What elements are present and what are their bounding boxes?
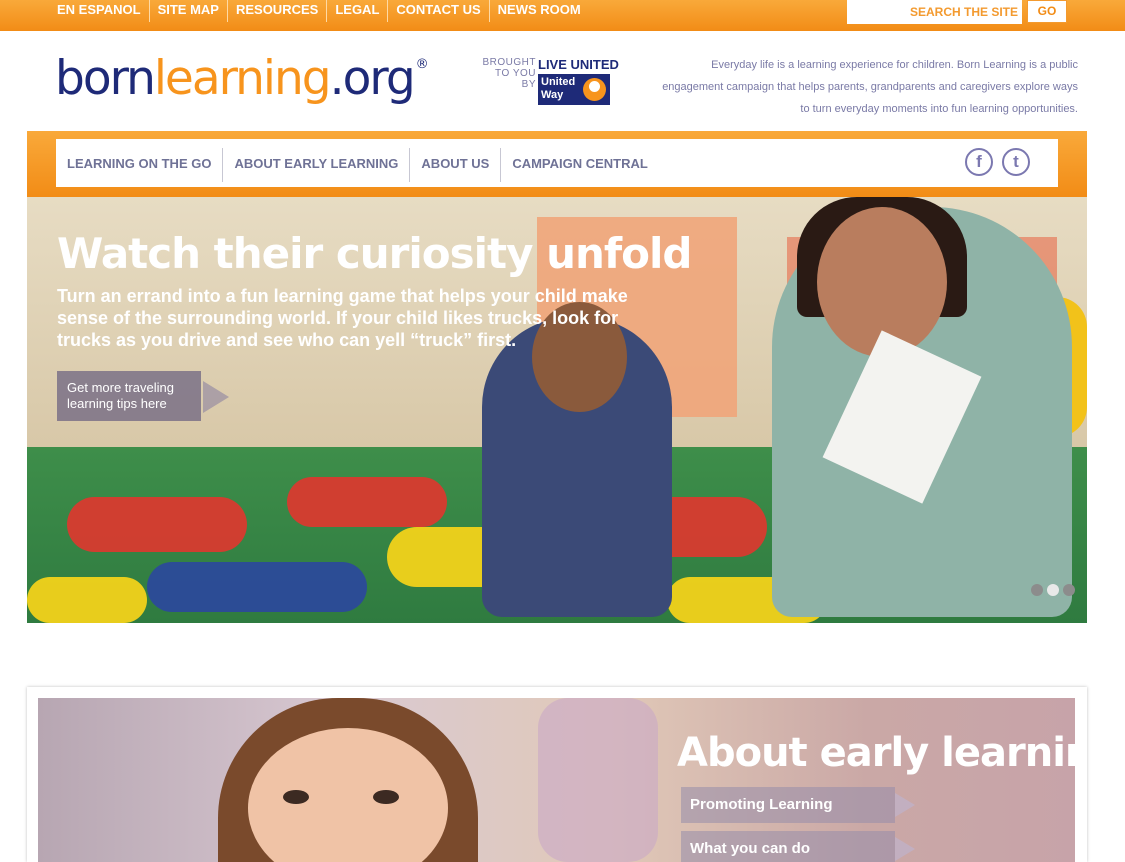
early-learning-photo: About early learning Promoting Learning … [38,698,1075,862]
main-nav-bar: LEARNING ON THE GO ABOUT EARLY LEARNING … [27,131,1087,197]
hero-slider: Watch their curiosity unfold Turn an err… [27,197,1087,623]
facebook-icon[interactable]: f [965,148,993,176]
way-word: Way [541,89,564,101]
twitter-icon[interactable]: t [1002,148,1030,176]
arrow-icon[interactable] [895,837,915,861]
united-way-logo[interactable]: LIVE UNITED United Way [538,57,619,107]
slider-dots [1031,584,1079,596]
logo-org: .org [329,51,416,106]
slider-dot-2[interactable] [1047,584,1059,596]
brought-to-you-by: BROUGHT TO YOU BY [480,57,536,90]
hero-cta-button[interactable]: Get more traveling learning tips here [57,371,201,421]
brought-line-2: TO YOU [495,68,536,79]
top-utility-bar: EN ESPANOL SITE MAP RESOURCES LEGAL CONT… [0,0,1125,31]
top-link-resources[interactable]: RESOURCES [226,0,326,22]
hero-title: Watch their curiosity unfold [57,229,692,278]
logo-born: born [55,51,156,106]
top-link-en-espanol[interactable]: EN ESPANOL [49,0,149,22]
bornlearning-logo[interactable]: bornlearning.org ® [55,44,429,114]
early-learning-title: About early learning [677,730,1075,776]
main-nav: LEARNING ON THE GO ABOUT EARLY LEARNING … [56,139,1058,187]
slider-dot-1[interactable] [1031,584,1043,596]
link-promoting-learning[interactable]: Promoting Learning [681,787,895,823]
nav-learning-on-the-go[interactable]: LEARNING ON THE GO [56,148,222,182]
logo-learning: learning [153,51,332,106]
link-what-you-can-do[interactable]: What you can do [681,831,895,862]
background-child-blur [538,698,658,862]
top-link-site-map[interactable]: SITE MAP [148,0,227,22]
search-input[interactable] [847,0,1022,24]
nav-campaign-central[interactable]: CAMPAIGN CENTRAL [500,148,659,182]
search-go-button[interactable]: GO [1027,0,1067,23]
united-way-text: United Way [541,76,575,102]
united-word: United [541,76,576,88]
united-way-hand-icon [583,78,606,101]
site-tagline: Everyday life is a learning experience f… [662,59,1078,115]
nav-about-us[interactable]: ABOUT US [409,148,500,182]
slider-dot-3[interactable] [1063,584,1075,596]
arrow-icon[interactable] [895,793,915,817]
girl-eye-right [373,790,399,804]
top-link-contact-us[interactable]: CONTACT US [387,0,488,22]
girl-eye-left [283,790,309,804]
united-way-box: United Way [538,74,610,105]
top-link-legal[interactable]: LEGAL [326,0,387,22]
top-links: EN ESPANOL SITE MAP RESOURCES LEGAL CONT… [49,0,589,22]
top-link-news-room[interactable]: NEWS ROOM [488,0,589,22]
nav-about-early-learning[interactable]: ABOUT EARLY LEARNING [222,148,409,182]
brought-line-1: BROUGHT [482,57,536,68]
live-united-text: LIVE UNITED [538,57,619,72]
logo-registered: ® [415,57,429,72]
brought-line-3: BY [521,79,536,90]
cta-arrow-icon[interactable] [203,381,229,413]
early-learning-panel: About early learning Promoting Learning … [27,687,1087,862]
rug-shape [27,577,147,623]
rug-shape [67,497,247,552]
hero-text: Turn an errand into a fun learning game … [57,286,628,350]
rug-shape [147,562,367,612]
rug-shape [287,477,447,527]
